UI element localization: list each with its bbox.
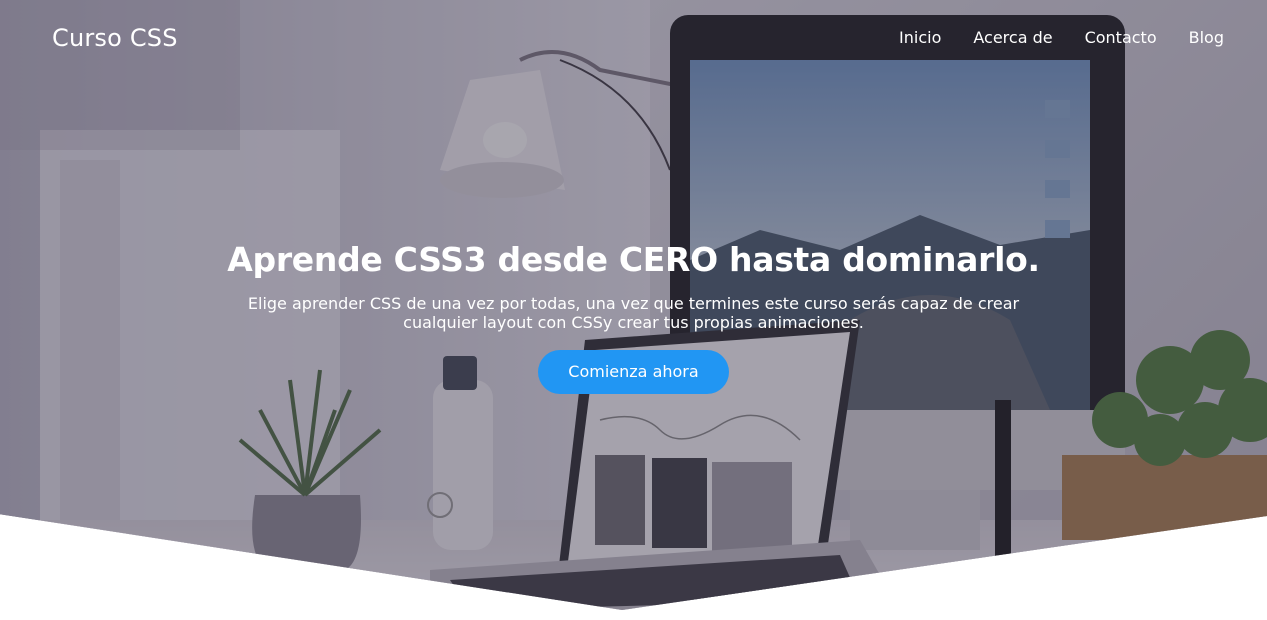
hero-title: Aprende CSS3 desde CERO hasta dominarlo. bbox=[227, 240, 1040, 279]
brand-logo[interactable]: Curso CSS bbox=[52, 24, 178, 52]
page: Curso CSS Inicio Acerca de Contacto Blog… bbox=[0, 0, 1267, 620]
nav-link-inicio[interactable]: Inicio bbox=[899, 28, 941, 47]
hero-section: Curso CSS Inicio Acerca de Contacto Blog… bbox=[0, 0, 1267, 610]
cta-button[interactable]: Comienza ahora bbox=[538, 350, 729, 394]
hero-subtitle: Elige aprender CSS de una vez por todas,… bbox=[247, 294, 1020, 332]
nav-link-contacto[interactable]: Contacto bbox=[1085, 28, 1157, 47]
nav-links: Inicio Acerca de Contacto Blog bbox=[899, 28, 1224, 47]
hero-content: Aprende CSS3 desde CERO hasta dominarlo.… bbox=[0, 238, 1267, 394]
nav-link-acerca-de[interactable]: Acerca de bbox=[973, 28, 1052, 47]
nav-link-blog[interactable]: Blog bbox=[1189, 28, 1224, 47]
navbar: Curso CSS Inicio Acerca de Contacto Blog bbox=[0, 0, 1267, 78]
